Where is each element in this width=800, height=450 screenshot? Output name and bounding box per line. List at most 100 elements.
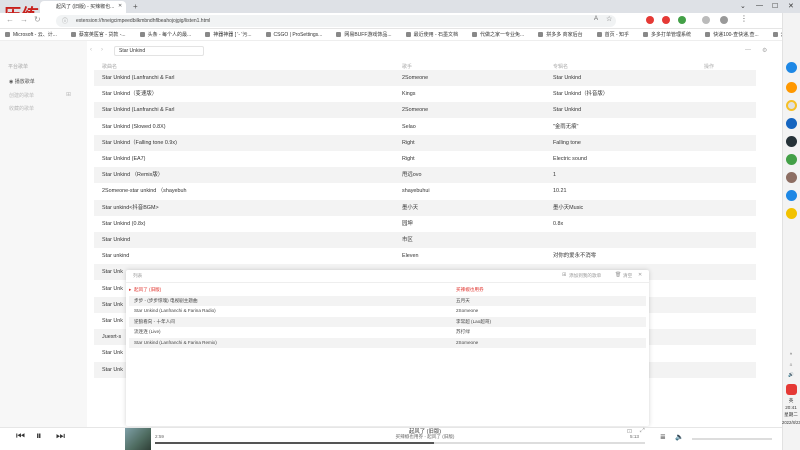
browser-tab[interactable]: 起风了 (旧版) - 买辣椒也... <box>40 1 126 13</box>
album-cell[interactable]: Falling tone <box>553 135 581 151</box>
song-title-cell[interactable]: Star Unkind (0.8x) <box>102 216 145 232</box>
profile-avatar[interactable] <box>720 16 728 24</box>
table-row[interactable]: Star Unkind (Lanfranchi & Farl 2Someone St… <box>94 70 756 86</box>
playlist-song-artist[interactable]: 买辣椒也用券 <box>456 285 484 295</box>
more-menu-icon[interactable]: ⋮ <box>740 14 748 23</box>
taskbar-chrome-icon[interactable] <box>786 100 797 111</box>
bookmark-item[interactable]: 快递100-查快递,查... <box>705 29 759 40</box>
bookmark-item[interactable]: 拼多多 商家后台 <box>538 29 583 40</box>
tray-network-icon[interactable]: ⌂ <box>782 362 800 367</box>
playlist-row[interactable]: Star Unkind (Lanfranchi & Farina Remix) 2… <box>129 338 646 348</box>
bookmark-item[interactable]: CSGO | ProSettings... <box>265 29 322 40</box>
fullscreen-icon[interactable]: ⤢ <box>640 428 645 435</box>
table-row[interactable]: Star Unkind (0.8x) 园坤 0.8x <box>94 216 756 232</box>
playlist-song-title[interactable]: 步步 - (步步惊魂) 电视剧主题曲 <box>134 296 198 306</box>
plus-icon[interactable]: ⊞ <box>66 91 71 98</box>
volume-slider[interactable] <box>692 438 772 440</box>
song-title-cell[interactable]: Star Unk <box>102 362 123 378</box>
minimize-app-icon[interactable]: — <box>745 47 751 53</box>
translate-icon[interactable]: A <box>594 16 598 22</box>
song-title-cell[interactable]: Star unkind <box>102 248 129 264</box>
album-cell[interactable]: 0.8x <box>553 216 563 232</box>
taskbar-steam-icon[interactable] <box>786 136 797 147</box>
tab-close-icon[interactable]: ✕ <box>118 3 122 9</box>
artist-cell[interactable]: 2Someone <box>402 70 428 86</box>
playlist-icon[interactable]: ≣ <box>660 433 666 441</box>
minimize-icon[interactable]: — <box>756 2 763 9</box>
taskbar-app-icon[interactable] <box>786 172 797 183</box>
sidebar-item-favorites[interactable]: 收藏的歌单 <box>9 105 34 112</box>
artist-cell[interactable]: 甩远ovo <box>402 167 421 183</box>
popup-close-icon[interactable]: ✕ <box>638 272 642 278</box>
song-title-cell[interactable]: Star Unk <box>102 264 123 280</box>
playlist-song-title[interactable]: 流连连 (Live) <box>134 327 161 337</box>
song-title-cell[interactable]: Star Unk <box>102 313 123 329</box>
back-arrow-icon[interactable]: ‹ <box>90 47 92 53</box>
song-title-cell[interactable]: Star Unkind (Lanfranchi & Farl <box>102 102 175 118</box>
playlist-row[interactable]: ▸ 起风了 (旧版) 买辣椒也用券 <box>129 285 646 295</box>
url-field[interactable]: extension://hneigcimpeedbilkmbndhflbeaho… <box>56 15 616 27</box>
maximize-icon[interactable]: ☐ <box>772 2 778 10</box>
previous-icon[interactable]: ⏮ <box>16 431 25 442</box>
search-input[interactable]: Star Unkind <box>114 46 204 56</box>
tray-app-icon[interactable] <box>786 384 797 395</box>
album-cell[interactable]: "金雨无痕" <box>553 119 578 135</box>
artist-cell[interactable]: Right <box>402 135 415 151</box>
taskbar-app-icon[interactable] <box>786 82 797 93</box>
album-cell[interactable]: 对你的爱永不消零 <box>553 248 596 264</box>
table-row[interactable]: Star Unkind (Slowed 0.8X) Selao "金雨无痕" <box>94 119 756 135</box>
pause-icon[interactable]: ⏸ <box>36 430 42 443</box>
volume-icon[interactable]: 🔈 <box>675 433 684 441</box>
bookmark-item[interactable]: 首页 - 知乎 <box>596 29 629 40</box>
song-title-cell[interactable]: Star Unkind (Slowed 0.8X) <box>102 119 166 135</box>
forward-icon[interactable]: → <box>20 15 28 24</box>
song-title-cell[interactable]: 2Someone-star unkind （shayebuh <box>102 183 187 199</box>
table-row[interactable]: Star Unkind（Falling tone 0.9x) Right Falli… <box>94 134 756 151</box>
playlist-row[interactable]: Star Unkind (Lanfranchi & Farina Radio) 2… <box>129 306 646 316</box>
sidebar-item-created[interactable]: 创建的歌单 <box>9 92 34 99</box>
table-row[interactable]: Star Unkind（变速版） Kings Star Unkind（抖音版） <box>94 86 756 102</box>
album-cell[interactable]: 10.21 <box>553 183 567 199</box>
song-title-cell[interactable]: Star Unk <box>102 281 123 297</box>
playlist-row[interactable]: 步步 - (步步惊魂) 电视剧主题曲 五月天 <box>129 295 646 306</box>
playlist-song-title[interactable]: 起风了 (旧版) <box>134 285 161 295</box>
playlist-song-artist[interactable]: 2Someone <box>456 338 478 348</box>
taskbar-app-icon[interactable] <box>786 208 797 219</box>
tray-volume-icon[interactable]: 🔊 <box>782 372 800 378</box>
playlist-song-title[interactable]: Star Unkind (Lanfranchi & Farina Remix) <box>134 338 217 348</box>
forward-arrow-icon[interactable]: › <box>101 47 103 53</box>
song-title-cell[interactable]: Star Unk <box>102 297 123 313</box>
bookmark-item[interactable]: Microsoft - 云、计... <box>5 29 57 40</box>
bookmark-item[interactable]: 多多打单管理系统 <box>643 29 691 40</box>
artist-cell[interactable]: 2Someone <box>402 102 428 118</box>
album-cover[interactable] <box>125 428 151 450</box>
sidebar-item-playing[interactable]: ◉ 播放歌单 <box>9 78 35 85</box>
extension-red-icon[interactable] <box>646 16 654 24</box>
song-title-cell[interactable]: Star Unkind （Remix版） <box>102 167 163 183</box>
taskbar-app-icon[interactable] <box>786 62 797 73</box>
playlist-song-title[interactable]: Star Unkind (Lanfranchi & Farina Radio) <box>134 306 216 316</box>
album-cell[interactable]: 墨小天Music <box>553 200 583 216</box>
album-cell[interactable]: Electric sound <box>553 151 587 167</box>
bookmark-item[interactable]: 代做之家一专业免... <box>472 29 524 40</box>
back-icon[interactable]: ← <box>6 15 14 24</box>
song-title-cell[interactable]: Star Unkind（变速版） <box>102 86 157 102</box>
playlist-song-artist[interactable]: 五月天 <box>456 296 470 306</box>
playlist-song-artist[interactable]: 李常超 (Lao超哥) <box>456 317 491 327</box>
taskbar-app-icon[interactable] <box>786 118 797 129</box>
playlist-row[interactable]: 流连连 (Live) 苏打绿 <box>129 327 646 337</box>
reload-icon[interactable]: ↻ <box>34 15 41 24</box>
ime-indicator[interactable]: 英 <box>782 398 800 404</box>
bookmark-star-icon[interactable]: ☆ <box>606 15 612 23</box>
bookmark-item[interactable]: 网易BUFF游戏饰品... <box>336 29 392 40</box>
table-row[interactable]: Star Unkind (Lanfranchi & Farl 2Someone St… <box>94 102 756 119</box>
extensions-puzzle-icon[interactable] <box>702 16 710 24</box>
album-cell[interactable]: Star Unkind（抖音版） <box>553 86 608 102</box>
table-row[interactable]: Star Unkind （Remix版） 甩远ovo 1 <box>94 167 756 184</box>
song-title-cell[interactable]: Star Unkind (EA7) <box>102 151 145 167</box>
taskbar-app-icon[interactable] <box>786 190 797 201</box>
table-row[interactable]: Star Unkind (EA7) Right Electric sound <box>94 151 756 167</box>
add-all-button[interactable]: 添加到我的歌单 <box>569 273 601 279</box>
artist-cell[interactable]: Kings <box>402 86 416 102</box>
bookmark-item[interactable]: 神器神器 [ '- '污... <box>205 29 252 40</box>
